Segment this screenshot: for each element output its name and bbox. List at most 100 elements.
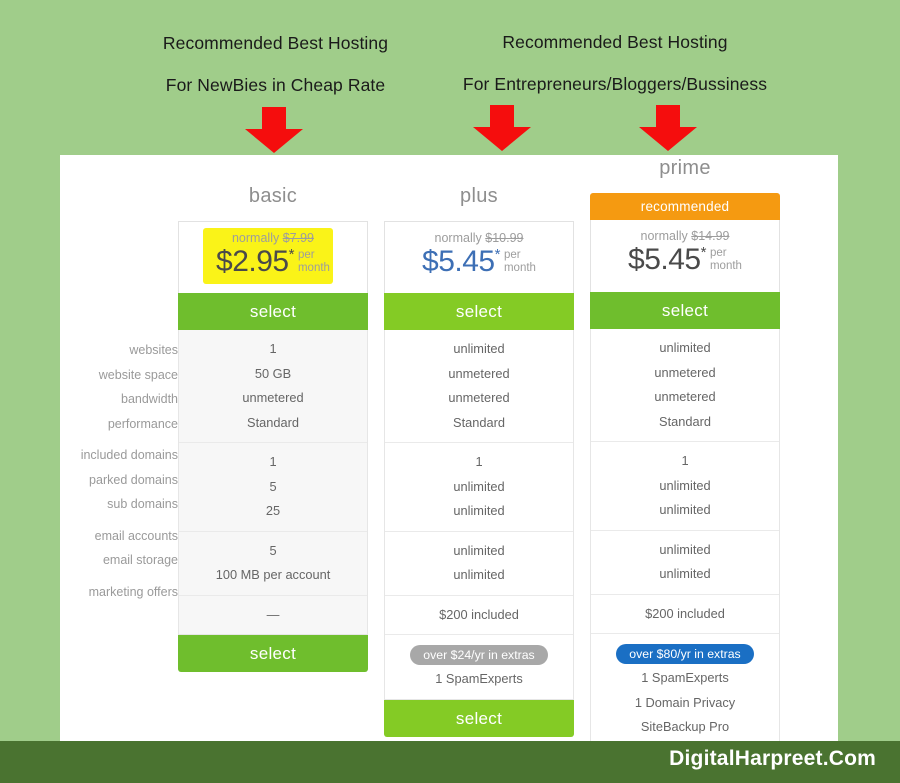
- month-label: month: [709, 260, 742, 272]
- value-performance-plus: Standard: [453, 414, 505, 430]
- feature-group-2-prime: 1 unlimited unlimited: [591, 441, 779, 530]
- value-marketing-offers-prime: $200 included: [645, 605, 725, 621]
- value-sub-domains-basic: 25: [265, 503, 281, 518]
- down-arrow-icon-3: [639, 105, 697, 151]
- normally-label: normally: [231, 231, 280, 245]
- pricing-table-panel: websites website space bandwidth perform…: [60, 155, 838, 748]
- price-row-plus: $5.45 * per month: [385, 246, 573, 278]
- value-bandwidth-plus: unmetered: [448, 390, 510, 405]
- feature-body-prime: unlimited unmetered unmetered Standard 1…: [590, 329, 780, 748]
- extras-pill-plus: over $24/yr in extras: [410, 645, 548, 665]
- feature-group-3-basic: 5 100 MB per account: [179, 530, 367, 595]
- feature-label-websites: websites: [129, 343, 178, 357]
- per-label: per: [709, 247, 727, 259]
- per-label: per: [297, 249, 315, 261]
- plan-column-plus: plus normally $10.99 $5.45 * per month s…: [384, 155, 574, 737]
- label-spacer: [68, 155, 178, 338]
- plan-name-plus: plus: [460, 185, 498, 207]
- feature-group-1-prime: unlimited unmetered unmetered Standard: [591, 329, 779, 441]
- price-box-prime: normally $14.99 $5.45 * per month: [590, 220, 780, 292]
- select-button-basic-bottom[interactable]: select: [178, 635, 368, 672]
- value-marketing-offers-plus: $200 included: [439, 606, 519, 622]
- value-included-domains-plus: 1: [475, 454, 483, 469]
- price-box-basic: normally $7.99 $2.95 * per month: [178, 221, 368, 293]
- month-label: month: [503, 262, 536, 274]
- plan-column-basic: basic normally $7.99 $2.95 * per month s…: [178, 155, 368, 672]
- feature-group-4-plus: $200 included: [385, 594, 573, 635]
- extras-pill-row-prime: over $80/yr in extras: [591, 641, 779, 666]
- normally-row-plus: normally $10.99: [385, 222, 573, 245]
- value-email-accounts-prime: unlimited: [659, 541, 711, 557]
- value-performance-basic: Standard: [247, 414, 299, 430]
- select-button-plus-top[interactable]: select: [384, 293, 574, 330]
- value-website-space-basic: 50 GB: [254, 365, 292, 381]
- value-email-accounts-plus: unlimited: [453, 542, 505, 558]
- plan-name-prime: prime: [659, 157, 711, 179]
- label-group-gap: [68, 517, 178, 524]
- banner-left-line1: Recommended Best Hosting: [162, 33, 389, 53]
- value-email-storage-basic: 100 MB per account: [215, 567, 331, 582]
- value-email-storage-prime: unlimited: [659, 566, 711, 581]
- normally-label: normally: [434, 231, 482, 245]
- feature-group-1-basic: 1 50 GB unmetered Standard: [179, 330, 367, 442]
- banner-group-left: Recommended Best Hosting For NewBies in …: [107, 33, 444, 96]
- normally-row-prime: normally $14.99: [591, 220, 779, 243]
- feature-label-parked-domains: parked domains: [89, 472, 178, 487]
- value-included-domains-prime: 1: [681, 453, 689, 468]
- value-website-space-plus: unmetered: [448, 365, 510, 381]
- feature-label-included-domains: included domains: [80, 448, 178, 462]
- banner-group-right: Recommended Best Hosting For Entrepreneu…: [440, 32, 790, 95]
- price-star-prime: *: [700, 244, 707, 261]
- feature-label-marketing-offers: marketing offers: [88, 584, 178, 599]
- per-month-basic: per month: [298, 249, 330, 275]
- feature-group-3-plus: unlimited unlimited: [385, 530, 573, 595]
- feature-label-website-space: website space: [98, 367, 178, 382]
- select-button-prime-top[interactable]: select: [590, 292, 780, 329]
- select-button-plus-bottom[interactable]: select: [384, 699, 574, 737]
- arrow-head: [639, 127, 697, 151]
- feature-group-4-prime: $200 included: [591, 593, 779, 634]
- price-box-plus: normally $10.99 $5.45 * per month: [384, 221, 574, 293]
- plan-column-prime: prime recommended normally $14.99 $5.45 …: [590, 155, 780, 748]
- value-bandwidth-basic: unmetered: [242, 390, 304, 405]
- recommended-badge-prime: recommended: [590, 193, 780, 220]
- normally-price-basic: $7.99: [282, 231, 314, 245]
- extras-pill-prime: over $80/yr in extras: [616, 644, 754, 664]
- banner-right-line2: For Entrepreneurs/Bloggers/Bussiness: [462, 74, 768, 94]
- feature-group-extras-prime: over $80/yr in extras 1 SpamExperts 1 Do…: [591, 633, 779, 747]
- price-basic: $2.95: [216, 245, 289, 278]
- extras-pill-row-plus: over $24/yr in extras: [385, 642, 573, 667]
- arrow-shaft: [262, 107, 286, 131]
- extra-item-plus-0: 1 SpamExperts: [435, 671, 523, 686]
- feature-group-3-prime: unlimited unlimited: [591, 529, 779, 594]
- down-arrow-icon-2: [473, 105, 531, 151]
- value-included-domains-basic: 1: [269, 454, 277, 469]
- per-label: per: [503, 249, 521, 261]
- per-month-plus: per month: [504, 249, 536, 275]
- plan-name-basic: basic: [248, 185, 298, 207]
- feature-group-2-basic: 1 5 25: [179, 442, 367, 531]
- normally-price-plus: $10.99: [485, 231, 524, 245]
- value-bandwidth-prime: unmetered: [654, 389, 716, 404]
- normally-label: normally: [640, 229, 688, 243]
- value-email-accounts-basic: 5: [269, 542, 277, 558]
- value-sub-domains-plus: unlimited: [453, 503, 505, 518]
- feature-label-sub-domains: sub domains: [107, 497, 178, 511]
- extra-item-prime-0: 1 SpamExperts: [641, 670, 729, 685]
- value-sub-domains-prime: unlimited: [659, 502, 711, 517]
- per-month-prime: per month: [710, 247, 742, 273]
- arrow-head: [473, 127, 531, 151]
- price-star-basic: *: [288, 246, 295, 263]
- feature-label-email-storage: email storage: [102, 553, 178, 567]
- extra-item-prime-1: 1 Domain Privacy: [634, 694, 736, 710]
- price-star-plus: *: [494, 246, 501, 263]
- value-performance-prime: Standard: [659, 413, 711, 429]
- value-marketing-offers-basic: —: [266, 606, 280, 622]
- feature-body-plus: unlimited unmetered unmetered Standard 1…: [384, 330, 574, 700]
- value-websites-prime: unlimited: [659, 340, 711, 355]
- select-button-basic-top[interactable]: select: [178, 293, 368, 330]
- value-websites-basic: 1: [269, 341, 277, 356]
- price-prime: $5.45: [628, 243, 701, 276]
- feature-group-2-plus: 1 unlimited unlimited: [385, 442, 573, 531]
- arrow-shaft: [656, 105, 680, 129]
